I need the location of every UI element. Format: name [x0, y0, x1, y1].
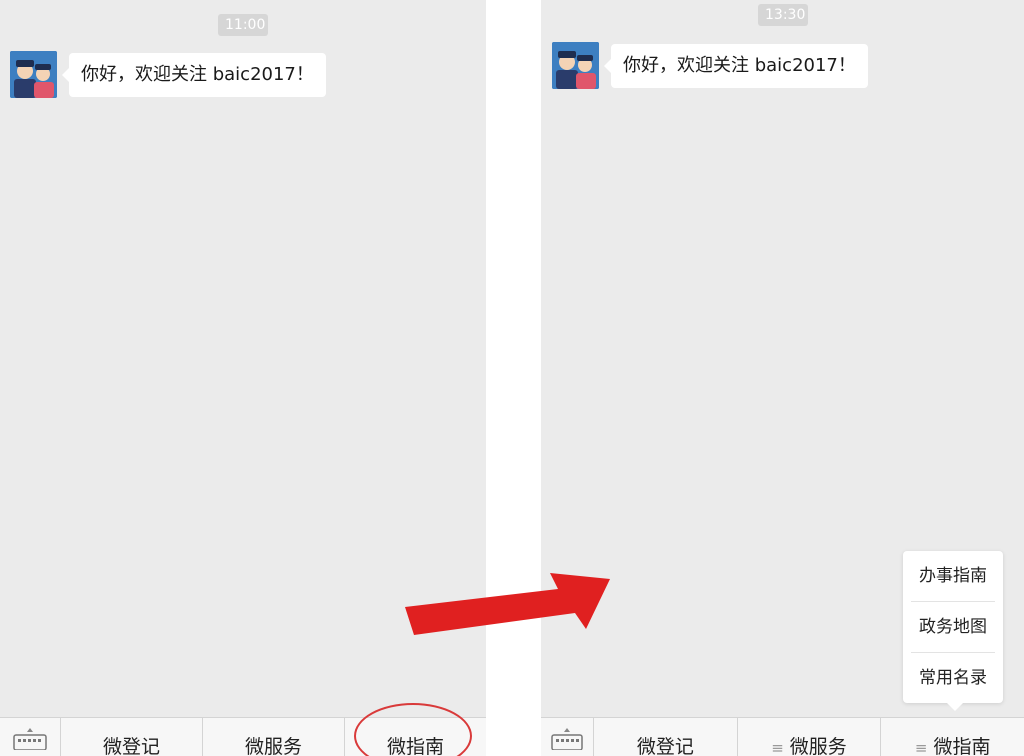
menu-lines-icon: ≡ — [771, 739, 784, 756]
message-row: 你好，欢迎关注 baic2017！ — [10, 51, 326, 98]
menu-lines-icon: ≡ — [914, 739, 928, 756]
menu-button-label: 微服务 — [789, 736, 847, 756]
menu-button-guide[interactable]: ≡ 微指南 — [881, 718, 1024, 756]
keyboard-toggle[interactable] — [0, 718, 61, 756]
submenu-item-directory[interactable]: 常用名录 — [911, 653, 995, 703]
submenu-item-guide[interactable]: 办事指南 — [911, 551, 995, 602]
menu-button-label: 微指南 — [933, 736, 991, 756]
message-timestamp: 13:30 — [758, 4, 808, 26]
submenu-item-map[interactable]: 政务地图 — [911, 602, 995, 653]
keyboard-icon — [13, 728, 47, 750]
message-bubble: 你好，欢迎关注 baic2017！ — [604, 44, 868, 88]
chat-screen-before: 11:00 你好，欢迎关注 baic2017！ 微登记 微服务 微指南 — [0, 0, 486, 756]
message-timestamp: 11:00 — [218, 14, 268, 36]
menu-button-register[interactable]: 微登记 — [61, 718, 203, 756]
keyboard-icon — [551, 728, 583, 750]
guide-submenu-popup: 办事指南 政务地图 常用名录 — [903, 551, 1003, 711]
red-arrow-annotation — [405, 573, 610, 635]
avatar-police-image[interactable] — [10, 51, 57, 98]
menu-bar: 微登记 ≡ 微服务 ≡ 微指南 — [541, 717, 1024, 756]
avatar-police-image[interactable] — [552, 42, 599, 89]
menu-button-register[interactable]: 微登记 — [594, 718, 738, 756]
message-bubble: 你好，欢迎关注 baic2017！ — [62, 53, 326, 97]
menu-button-service[interactable]: 微服务 — [203, 718, 345, 756]
message-row: 你好，欢迎关注 baic2017！ — [552, 42, 868, 89]
menu-button-service[interactable]: ≡ 微服务 — [738, 718, 882, 756]
keyboard-toggle[interactable] — [541, 718, 594, 756]
comparison-screenshot: 11:00 你好，欢迎关注 baic2017！ 微登记 微服务 微指南 13:3… — [0, 0, 1024, 756]
